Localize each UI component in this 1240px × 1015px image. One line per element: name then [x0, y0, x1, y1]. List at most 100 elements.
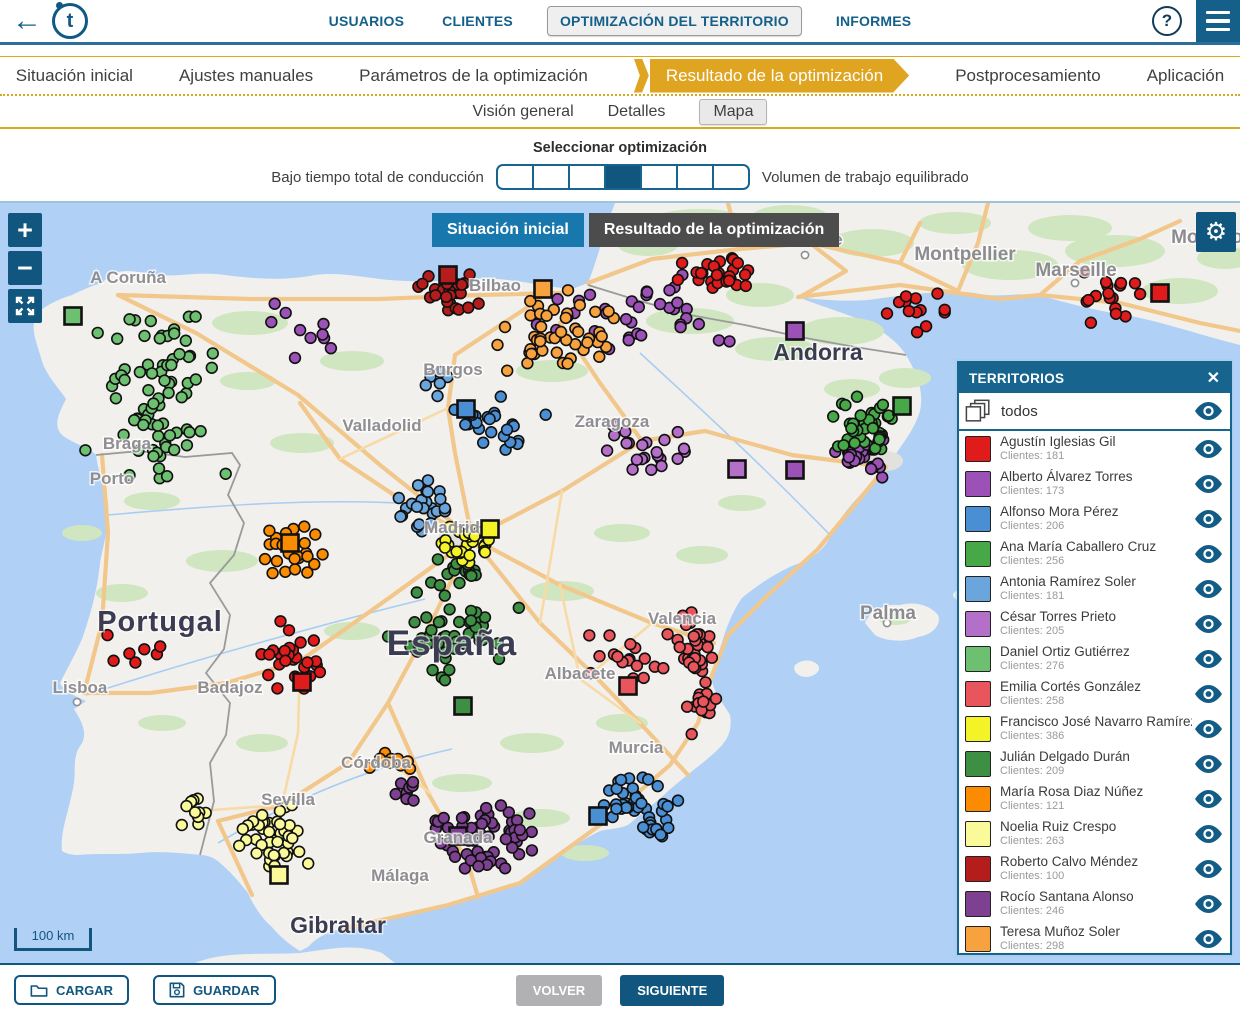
- eye-icon: [1195, 580, 1222, 598]
- zoom-out-button[interactable]: −: [8, 251, 42, 285]
- visibility-eye-icon[interactable]: [1192, 930, 1222, 948]
- territory-color-swatch: [965, 716, 991, 742]
- svg-text:Valencia: Valencia: [648, 609, 717, 628]
- volver-button[interactable]: VOLVER: [516, 975, 603, 1006]
- visibility-eye-icon[interactable]: [1192, 650, 1222, 668]
- visibility-eye-icon[interactable]: [1192, 790, 1222, 808]
- nav-clientes[interactable]: CLIENTES: [438, 7, 517, 35]
- nav-usuarios[interactable]: USUARIOS: [325, 7, 409, 35]
- territory-row[interactable]: Emilia Cortés GonzálezClientes: 258: [959, 676, 1230, 711]
- guardar-label: GUARDAR: [193, 983, 259, 998]
- territory-name: Roberto Calvo Méndez: [1000, 854, 1192, 870]
- territory-row[interactable]: Francisco José Navarro RamírezClientes: …: [959, 711, 1230, 746]
- close-icon[interactable]: ✕: [1207, 368, 1220, 388]
- visibility-eye-icon[interactable]: [1192, 860, 1222, 878]
- svg-text:Madrid: Madrid: [424, 518, 480, 537]
- eye-icon: [1195, 545, 1222, 563]
- visibility-eye-icon[interactable]: [1192, 825, 1222, 843]
- territory-row[interactable]: Antonia Ramírez SolerClientes: 181: [959, 571, 1230, 606]
- svg-text:Marseille: Marseille: [1035, 260, 1116, 281]
- toggle-resultado-optimizacion[interactable]: Resultado de la optimización: [589, 213, 839, 247]
- tab-resultado-optimizacion[interactable]: Resultado de la optimización: [634, 59, 909, 93]
- territory-name: Alfonso Mora Pérez: [1000, 504, 1192, 520]
- territory-row-todos[interactable]: todos: [959, 393, 1230, 431]
- territory-name: Rocío Santana Alonso: [1000, 889, 1192, 905]
- visibility-eye-icon[interactable]: [1192, 475, 1222, 493]
- slider-segment-4[interactable]: [640, 164, 678, 190]
- territory-row[interactable]: Roberto Calvo MéndezClientes: 100: [959, 851, 1230, 886]
- slider-segment-1[interactable]: [532, 164, 570, 190]
- visibility-eye-icon[interactable]: [1192, 720, 1222, 738]
- svg-text:Sevilla: Sevilla: [261, 790, 315, 809]
- eye-icon: [1195, 790, 1222, 808]
- tab-parametros-optimizacion[interactable]: Parámetros de la optimización: [359, 66, 588, 86]
- subtab-mapa[interactable]: Mapa: [699, 99, 767, 125]
- tab-situacion-inicial[interactable]: Situación inicial: [16, 66, 133, 86]
- territory-clients-count: Clientes: 256: [1000, 555, 1192, 568]
- slider-segment-0[interactable]: [496, 164, 534, 190]
- optimization-slider[interactable]: [496, 164, 750, 190]
- svg-text:Porto: Porto: [90, 469, 134, 488]
- visibility-eye-icon[interactable]: [1192, 895, 1222, 913]
- map-scale-bar: 100 km: [14, 928, 92, 951]
- guardar-button[interactable]: GUARDAR: [153, 975, 275, 1005]
- visibility-eye-icon[interactable]: [1192, 615, 1222, 633]
- territory-color-swatch: [965, 646, 991, 672]
- tab-aplicacion[interactable]: Aplicación: [1147, 66, 1225, 86]
- slider-segment-3[interactable]: [604, 164, 642, 190]
- slider-segment-5[interactable]: [676, 164, 714, 190]
- territory-row[interactable]: César Torres PrietoClientes: 205: [959, 606, 1230, 641]
- map-canvas[interactable]: A CoruñaBilbaoBurgosValladolidZaragozaBr…: [0, 203, 1240, 963]
- territory-row[interactable]: Alfonso Mora PérezClientes: 206: [959, 501, 1230, 536]
- territory-row[interactable]: Ana María Caballero CruzClientes: 256: [959, 536, 1230, 571]
- subtab-detalles[interactable]: Detalles: [608, 103, 666, 121]
- territorios-panel-header: TERRITORIOS ✕: [959, 363, 1230, 393]
- visibility-eye-icon[interactable]: [1192, 685, 1222, 703]
- visibility-eye-icon[interactable]: [1192, 580, 1222, 598]
- svg-text:Bilbao: Bilbao: [469, 276, 521, 295]
- territory-row[interactable]: Daniel Ortiz GutiérrezClientes: 276: [959, 641, 1230, 676]
- territory-row[interactable]: María Rosa Diaz NúñezClientes: 121: [959, 781, 1230, 816]
- territory-name: Noelia Ruiz Crespo: [1000, 819, 1192, 835]
- map-settings-gear-icon[interactable]: ⚙: [1196, 212, 1236, 252]
- slider-segment-2[interactable]: [568, 164, 606, 190]
- territory-info: Antonia Ramírez SolerClientes: 181: [1000, 574, 1192, 602]
- territory-name: Julián Delgado Durán: [1000, 749, 1192, 765]
- territory-info: María Rosa Diaz NúñezClientes: 121: [1000, 784, 1192, 812]
- territory-info: Roberto Calvo MéndezClientes: 100: [1000, 854, 1192, 882]
- visibility-eye-icon[interactable]: [1192, 440, 1222, 458]
- nav-optimizacion-territorio[interactable]: OPTIMIZACIÓN DEL TERRITORIO: [547, 6, 802, 36]
- territory-row[interactable]: Rocío Santana AlonsoClientes: 246: [959, 886, 1230, 921]
- zoom-in-button[interactable]: +: [8, 213, 42, 247]
- nav-informes[interactable]: INFORMES: [832, 7, 916, 35]
- slider-segment-6[interactable]: [712, 164, 750, 190]
- visibility-eye-icon[interactable]: [1192, 755, 1222, 773]
- territory-name: Agustín Iglesias Gil: [1000, 434, 1192, 450]
- tab-ajustes-manuales[interactable]: Ajustes manuales: [179, 66, 313, 86]
- cargar-button[interactable]: CARGAR: [14, 975, 129, 1005]
- territory-color-swatch: [965, 926, 991, 952]
- territory-row[interactable]: Teresa Muñoz SolerClientes: 298: [959, 921, 1230, 953]
- subtab-vision-general[interactable]: Visión general: [473, 103, 574, 121]
- svg-text:Granada: Granada: [424, 828, 494, 847]
- visibility-eye-icon[interactable]: [1192, 402, 1222, 420]
- svg-text:Córdoba: Córdoba: [341, 753, 411, 772]
- fullscreen-button[interactable]: [8, 289, 42, 323]
- territory-clients-count: Clientes: 209: [1000, 765, 1192, 778]
- territory-color-swatch: [965, 891, 991, 917]
- territory-row[interactable]: Noelia Ruiz CrespoClientes: 263: [959, 816, 1230, 851]
- selector-left-label: Bajo tiempo total de conducción: [271, 169, 484, 186]
- siguiente-button[interactable]: SIGUIENTE: [620, 975, 724, 1006]
- territory-clients-count: Clientes: 246: [1000, 905, 1192, 918]
- territory-row[interactable]: Julián Delgado DuránClientes: 209: [959, 746, 1230, 781]
- toggle-situacion-inicial[interactable]: Situación inicial: [432, 213, 584, 247]
- territory-color-swatch: [965, 681, 991, 707]
- svg-text:Zaragoza: Zaragoza: [575, 412, 650, 431]
- territory-row[interactable]: Agustín Iglesias GilClientes: 181: [959, 431, 1230, 466]
- visibility-eye-icon[interactable]: [1192, 545, 1222, 563]
- tab-postprocesamiento[interactable]: Postprocesamiento: [955, 66, 1101, 86]
- territory-color-swatch: [965, 856, 991, 882]
- territory-row[interactable]: Alberto Álvarez TorresClientes: 173: [959, 466, 1230, 501]
- visibility-eye-icon[interactable]: [1192, 510, 1222, 528]
- territory-info: César Torres PrietoClientes: 205: [1000, 609, 1192, 637]
